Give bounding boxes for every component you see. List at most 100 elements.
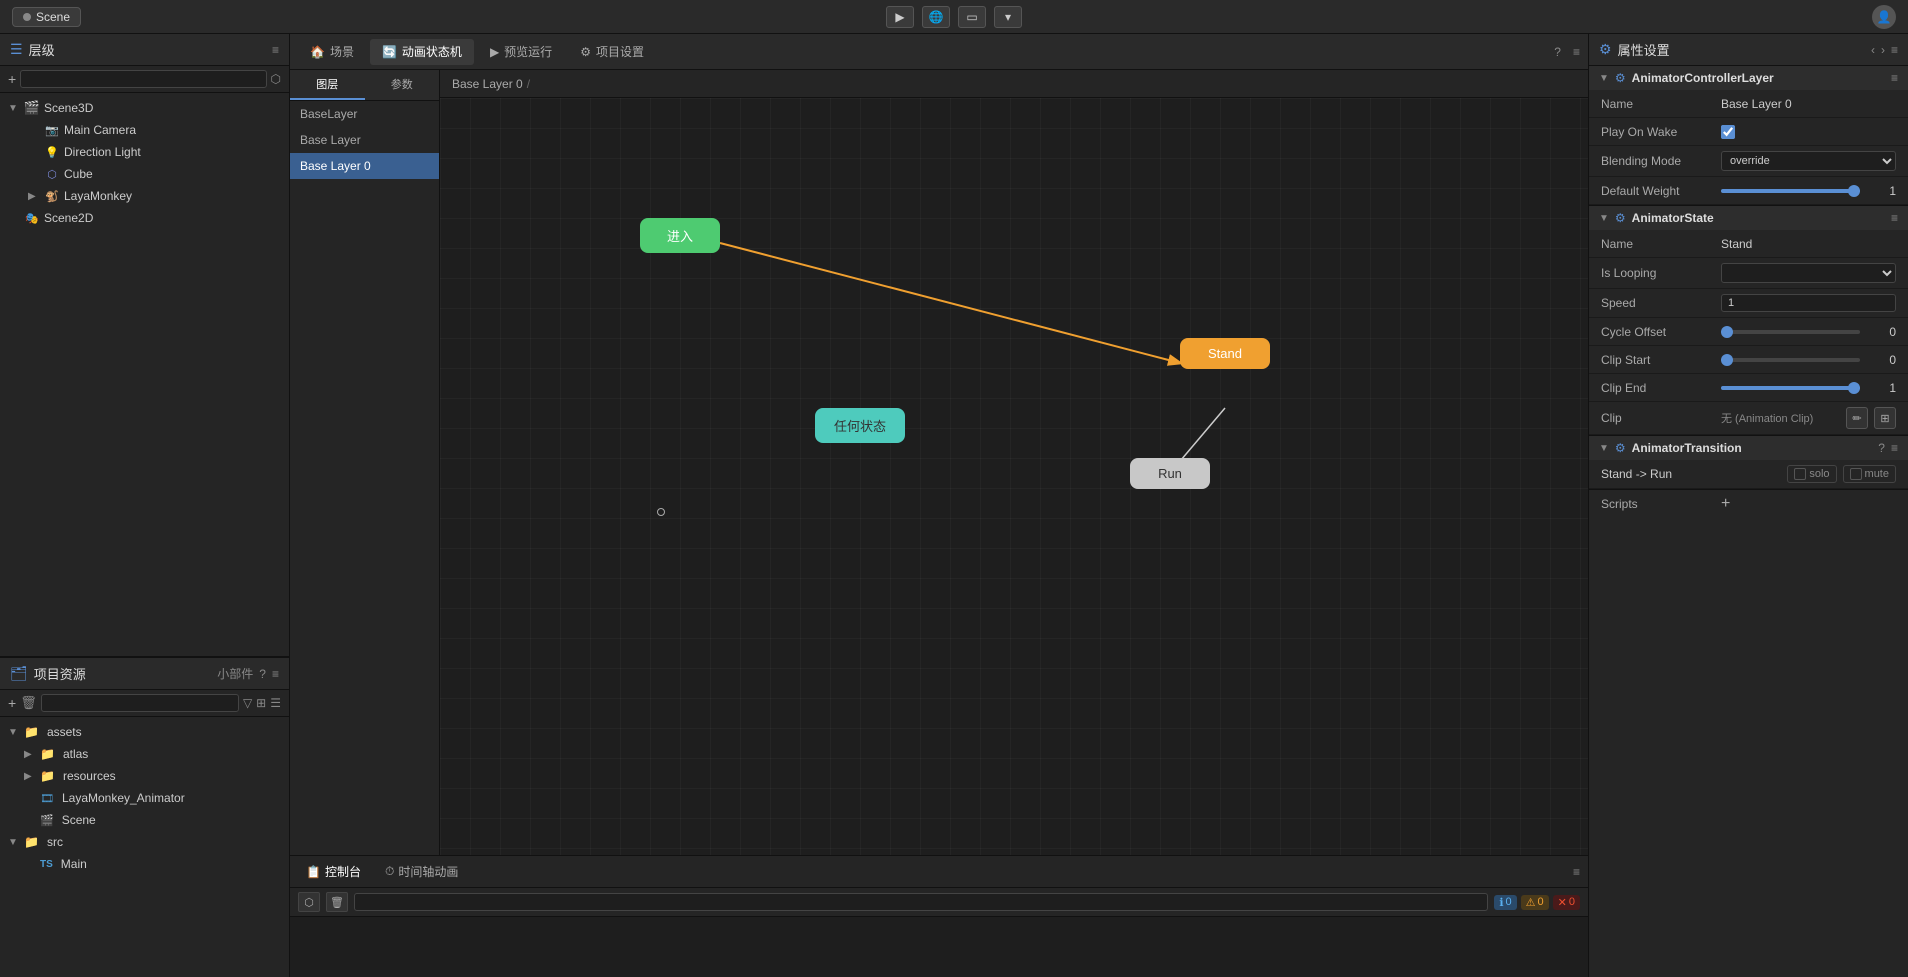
animator-graph[interactable]: 进入 Stand 任何状态 Run <box>440 98 1588 855</box>
section-transition: ▼ ⚙ AnimatorTransition ? ≡ Stand -> Run … <box>1589 436 1908 490</box>
monkey-arrow: ▶ <box>28 191 40 202</box>
grid-icon[interactable]: ⊞ <box>256 696 266 710</box>
graph-node-stand[interactable]: Stand <box>1180 338 1270 369</box>
prop-play-on-wake-checkbox[interactable] <box>1721 125 1735 139</box>
state-arrow: ▼ <box>1599 213 1609 224</box>
props-menu-icon[interactable]: ≡ <box>1891 43 1898 57</box>
console-search-input[interactable] <box>354 893 1488 911</box>
tree-item-main-camera[interactable]: 📷 Main Camera <box>0 119 289 141</box>
console-clear-btn[interactable]: 🗑 <box>326 892 348 912</box>
folder-resources[interactable]: ▶ 📁 resources <box>0 765 289 787</box>
project-search-input[interactable] <box>41 694 239 712</box>
file-scene[interactable]: 🎬 Scene <box>0 809 289 831</box>
add-project-icon[interactable]: + <box>8 695 16 711</box>
section-transition-header[interactable]: ▼ ⚙ AnimatorTransition ? ≡ <box>1589 436 1908 460</box>
trash-icon[interactable]: 🗑 <box>20 695 37 711</box>
scene-file-icon: 🎬 <box>40 814 54 827</box>
tab-timeline[interactable]: ⏱ 时间轴动画 <box>377 860 466 883</box>
list-icon[interactable]: ☰ <box>270 696 281 710</box>
tab-settings[interactable]: ⚙ 项目设置 <box>568 39 656 65</box>
tab-preview[interactable]: ▶ 预览运行 <box>478 39 564 65</box>
project-help-icon[interactable]: ? <box>259 667 266 681</box>
layer-tab-layers[interactable]: 图层 <box>290 70 365 100</box>
tab-animator[interactable]: 🔄 动画状态机 <box>370 39 474 65</box>
section-controller-header[interactable]: ▼ ⚙ AnimatorControllerLayer ≡ <box>1589 66 1908 90</box>
hierarchy-search-input[interactable] <box>20 70 266 88</box>
cube-icon: ⬡ <box>44 166 60 182</box>
graph-node-any[interactable]: 任何状态 <box>815 408 905 443</box>
resources-arrow: ▶ <box>24 771 36 782</box>
user-icon[interactable]: 👤 <box>1872 5 1896 29</box>
tab-console[interactable]: 📋 控制台 <box>298 860 369 883</box>
transition-help-icon[interactable]: ? <box>1878 441 1885 455</box>
folder-src[interactable]: ▼ 📁 src <box>0 831 289 853</box>
base-layer-text: Base Layer <box>300 133 361 147</box>
globe-button[interactable]: 🌐 <box>922 6 950 28</box>
enter-node-label: 进入 <box>667 226 693 245</box>
tab-menu-icon[interactable]: ≡ <box>1573 45 1580 59</box>
folder-assets[interactable]: ▼ 📁 assets <box>0 721 289 743</box>
widget-title: 小部件 <box>217 665 253 682</box>
layer-tabs: 图层 参数 <box>290 70 439 101</box>
state-menu[interactable]: ≡ <box>1891 211 1898 225</box>
tree-item-layamonkey[interactable]: ▶ 🐒 LayaMonkey <box>0 185 289 207</box>
assets-label: assets <box>47 725 82 739</box>
timeline-icon: ⏱ <box>385 864 394 879</box>
scene-tab[interactable]: Scene <box>12 7 81 27</box>
layer-item-base-layer[interactable]: Base Layer <box>290 127 439 153</box>
folder-atlas[interactable]: ▶ 📁 atlas <box>0 743 289 765</box>
hierarchy-menu-icon[interactable]: ≡ <box>272 43 279 57</box>
toggle-solo[interactable]: solo <box>1787 465 1836 483</box>
solo-label: solo <box>1809 468 1829 480</box>
prop-is-looping-value <box>1721 263 1896 283</box>
clip-browse-btn[interactable]: ⊞ <box>1874 407 1896 429</box>
file-main[interactable]: TS Main <box>0 853 289 875</box>
prop-speed-input[interactable] <box>1721 294 1896 312</box>
prop-clip-end-slider[interactable] <box>1721 386 1860 390</box>
tab-scene[interactable]: 🏠 场景 <box>298 39 366 65</box>
graph-node-run[interactable]: Run <box>1130 458 1210 489</box>
props-nav-left[interactable]: ‹ <box>1871 43 1875 57</box>
prop-blending-mode-select[interactable]: override <box>1721 151 1896 171</box>
animator-breadcrumb: Base Layer 0 / <box>440 70 1588 98</box>
dropdown-button[interactable]: ▾ <box>994 6 1022 28</box>
toggle-mute[interactable]: mute <box>1843 465 1896 483</box>
scene-dot <box>23 13 31 21</box>
tree-item-direction-light[interactable]: 💡 Direction Light <box>0 141 289 163</box>
layer-item-base-layer-0[interactable]: Base Layer 0 <box>290 153 439 179</box>
file-laya-animator[interactable]: 🎞 LayaMonkey_Animator <box>0 787 289 809</box>
hierarchy-copy-icon[interactable]: ⬡ <box>271 72 281 86</box>
tab-help-icon[interactable]: ? <box>1554 45 1561 59</box>
props-title: ⚙ 属性设置 <box>1599 40 1871 59</box>
src-arrow: ▼ <box>8 837 20 848</box>
play-button[interactable]: ▶ <box>886 6 914 28</box>
add-hierarchy-icon[interactable]: + <box>8 71 16 87</box>
console-tabs: 📋 控制台 ⏱ 时间轴动画 ≡ <box>290 856 1588 888</box>
controller-menu[interactable]: ≡ <box>1891 71 1898 85</box>
project-menu-icon[interactable]: ≡ <box>272 667 279 681</box>
prop-clip-start-slider[interactable] <box>1721 358 1860 362</box>
console-copy-btn[interactable]: ⬡ <box>298 892 320 912</box>
section-state-header[interactable]: ▼ ⚙ AnimatorState ≡ <box>1589 206 1908 230</box>
device-button[interactable]: ▭ <box>958 6 986 28</box>
layer-tab-params[interactable]: 参数 <box>365 70 440 100</box>
console-content <box>290 917 1588 977</box>
filter-icon[interactable]: ▽ <box>243 696 252 710</box>
console-menu-icon[interactable]: ≡ <box>1573 865 1580 879</box>
prop-cycle-offset-slider[interactable] <box>1721 330 1860 334</box>
clip-edit-btn[interactable]: ✏ <box>1846 407 1868 429</box>
tree-item-cube[interactable]: ⬡ Cube <box>0 163 289 185</box>
tree-item-scene3d[interactable]: ▼ 🎬 Scene3D <box>0 97 289 119</box>
prop-blending-mode-value: override <box>1721 151 1896 171</box>
tree-item-scene2d[interactable]: 🎭 Scene2D <box>0 207 289 229</box>
prop-default-weight-slider[interactable] <box>1721 189 1860 193</box>
props-nav-right[interactable]: › <box>1881 43 1885 57</box>
transition-menu[interactable]: ≡ <box>1891 441 1898 455</box>
graph-node-enter[interactable]: 进入 <box>640 218 720 253</box>
prop-state-name-text: Stand <box>1721 237 1752 251</box>
breadcrumb-sep: / <box>527 77 530 91</box>
prop-is-looping-select[interactable] <box>1721 263 1896 283</box>
controller-icon: ⚙ <box>1615 71 1626 85</box>
settings-tab-label: 项目设置 <box>596 43 644 60</box>
scripts-add-btn[interactable]: + <box>1721 495 1730 513</box>
